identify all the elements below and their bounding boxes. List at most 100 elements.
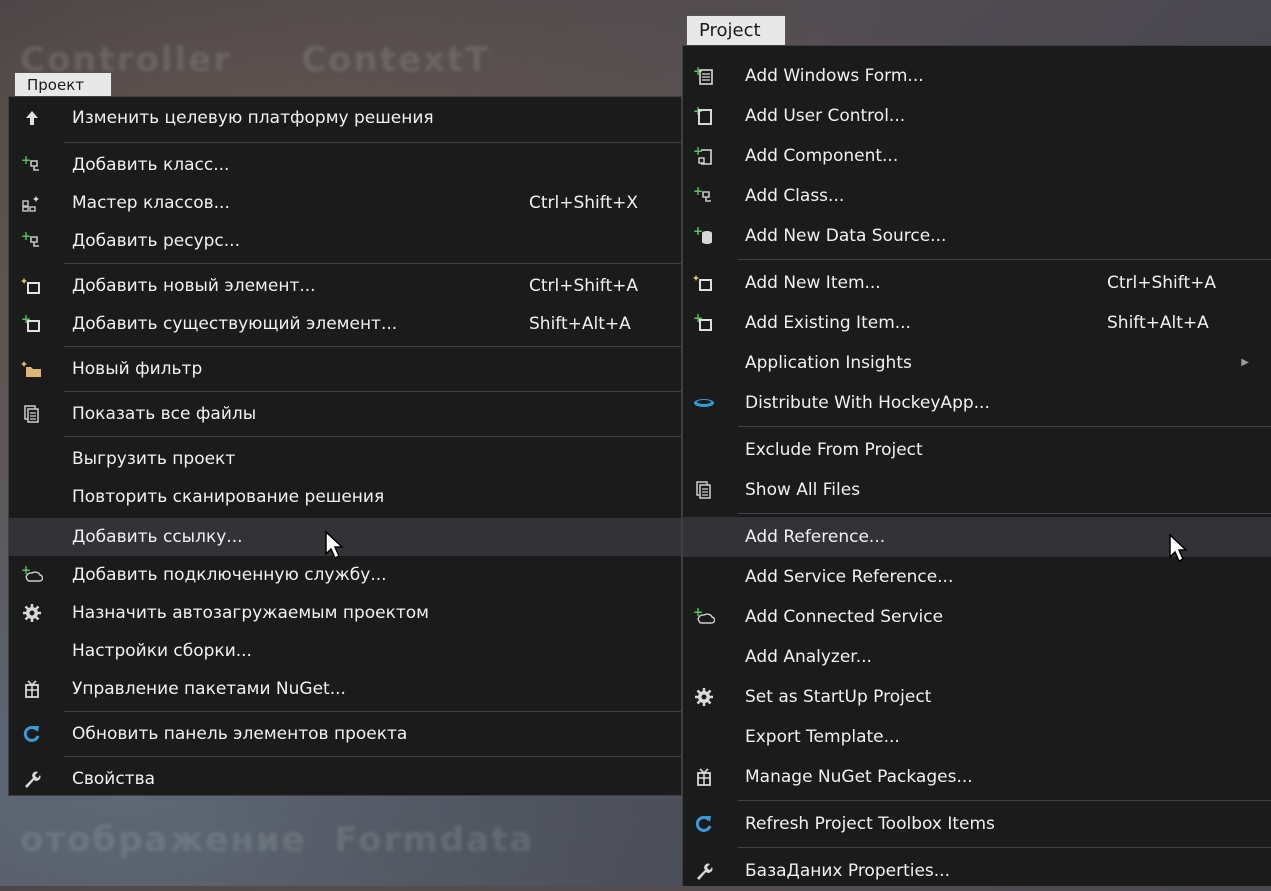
add-class-icon: + (19, 146, 45, 184)
menu-separator (64, 436, 681, 437)
menu-item-exclude-from-project[interactable]: Exclude From Project (683, 430, 1271, 470)
menu-item-label: Добавить ресурс... (72, 231, 240, 251)
add-new-item-icon (691, 263, 717, 303)
menu-title-project-ru[interactable]: Проект (14, 72, 112, 96)
mouse-cursor-icon (1169, 533, 1188, 563)
menu-item-add-new-item[interactable]: Add New Item... Ctrl+Shift+A (683, 263, 1271, 303)
menu-item-label: Set as StartUp Project (745, 687, 932, 707)
menu-item-application-insights[interactable]: Application Insights ▶ (683, 343, 1271, 383)
menu-item-new-filter[interactable]: Новый фильтр (9, 350, 681, 388)
menu-item-show-all-files[interactable]: Show All Files (683, 470, 1271, 510)
wrench-icon (19, 760, 45, 798)
menu-item-add-existing-item[interactable]: + Add Existing Item... Shift+Alt+A (683, 303, 1271, 343)
menu-item-set-startup-project[interactable]: Set as StartUp Project (683, 677, 1271, 717)
menu-item-label: БазаДаних Properties... (745, 861, 950, 881)
menu-item-label: Application Insights (745, 353, 912, 373)
menu-separator (64, 263, 681, 264)
menu-item-show-all-files[interactable]: Показать все файлы (9, 395, 681, 433)
class-wizard-icon (19, 184, 45, 222)
menu-separator (64, 756, 681, 757)
add-user-control-icon: + (691, 96, 717, 136)
menu-item-properties[interactable]: БазаДаних Properties... (683, 851, 1271, 891)
menu-item-label: Добавить ссылку... (72, 527, 243, 547)
menu-item-label: Управление пакетами NuGet... (72, 679, 346, 699)
nuget-package-icon (19, 670, 45, 708)
menu-item-label: Add Existing Item... (745, 313, 911, 333)
menu-item-label: Повторить сканирование решения (72, 487, 385, 507)
menu-item-add-data-source[interactable]: + Add New Data Source... (683, 216, 1271, 256)
add-existing-item-icon: + (19, 305, 45, 343)
menu-item-label: Изменить целевую платформу решения (72, 108, 434, 128)
background-blurred-text: отображение Formdata (20, 820, 535, 860)
menu-item-label: Exclude From Project (745, 440, 923, 460)
menu-item-label: Новый фильтр (72, 359, 203, 379)
menu-title-project-en[interactable]: Project (686, 15, 786, 45)
menu-separator (64, 391, 681, 392)
menu-item-label: Refresh Project Toolbox Items (745, 814, 995, 834)
menu-item-label: Мастер классов... (72, 193, 230, 213)
menu-item-class-wizard[interactable]: Мастер классов... Ctrl+Shift+X (9, 184, 681, 222)
menu-item-label: Distribute With HockeyApp... (745, 393, 990, 413)
menu-item-label: Add Windows Form... (745, 66, 924, 86)
show-all-files-icon (691, 470, 717, 510)
svg-text:+: + (21, 155, 31, 167)
add-data-source-icon: + (691, 216, 717, 256)
menu-item-add-class[interactable]: + Добавить класс... (9, 146, 681, 184)
menu-item-label: Добавить новый элемент... (72, 276, 316, 296)
menu-item-retarget-solution[interactable]: Изменить целевую платформу решения (9, 97, 681, 139)
menu-item-label: Показать все файлы (72, 404, 257, 424)
svg-text:+: + (21, 231, 31, 243)
menu-item-manage-nuget[interactable]: Manage NuGet Packages... (683, 757, 1271, 797)
menu-item-label: Add User Control... (745, 106, 906, 126)
nuget-package-icon (691, 757, 717, 797)
menu-item-label: Add Class... (745, 186, 845, 206)
menu-separator (64, 142, 681, 143)
menu-item-add-analyzer[interactable]: Add Analyzer... (683, 637, 1271, 677)
menu-item-add-existing-item[interactable]: + Добавить существующий элемент... Shift… (9, 305, 681, 343)
menu-item-add-resource[interactable]: + Добавить ресурс... (9, 222, 681, 260)
refresh-icon (19, 715, 45, 753)
add-new-item-icon (19, 267, 45, 305)
menu-item-shortcut: Ctrl+Shift+A (1107, 273, 1217, 293)
svg-text:+: + (693, 226, 703, 238)
menu-item-shortcut: Ctrl+Shift+X (529, 193, 639, 213)
menu-item-add-class[interactable]: + Add Class... (683, 176, 1271, 216)
menu-item-unload-project[interactable]: Выгрузить проект (9, 440, 681, 478)
add-resource-icon: + (19, 222, 45, 260)
add-class-icon: + (691, 176, 717, 216)
connected-service-icon: + (19, 556, 45, 594)
menu-item-label: Добавить класс... (72, 155, 230, 175)
menu-item-rescan-solution[interactable]: Повторить сканирование решения (9, 478, 681, 516)
menu-item-export-template[interactable]: Export Template... (683, 717, 1271, 757)
menu-item-refresh-toolbox[interactable]: Обновить панель элементов проекта (9, 715, 681, 753)
menu-item-properties[interactable]: Свойства (9, 760, 681, 798)
connected-service-icon: + (691, 597, 717, 637)
menu-separator (738, 513, 1271, 514)
menu-separator (738, 259, 1271, 260)
menu-item-add-windows-form[interactable]: + Add Windows Form... (683, 56, 1271, 96)
new-filter-folder-icon (19, 350, 45, 388)
menu-item-distribute-hockeyapp[interactable]: Distribute With HockeyApp... (683, 383, 1271, 423)
menu-item-add-new-item[interactable]: Добавить новый элемент... Ctrl+Shift+A (9, 267, 681, 305)
menu-separator (738, 800, 1271, 801)
menu-item-add-user-control[interactable]: + Add User Control... (683, 96, 1271, 136)
menu-spacer (683, 46, 1271, 56)
show-all-files-icon (19, 395, 45, 433)
menu-item-set-startup-project[interactable]: Назначить автозагружаемым проектом (9, 594, 681, 632)
menu-item-add-component[interactable]: + Add Component... (683, 136, 1271, 176)
menu-item-shortcut: Shift+Alt+A (529, 314, 631, 334)
menu-item-label: Настройки сборки... (72, 641, 252, 661)
menu-item-build-settings[interactable]: Настройки сборки... (9, 632, 681, 670)
submenu-arrow-icon: ▶ (1241, 357, 1249, 368)
menu-item-label: Add Reference... (745, 527, 886, 547)
menu-item-label: Manage NuGet Packages... (745, 767, 973, 787)
refresh-icon (691, 804, 717, 844)
menu-item-label: Add Service Reference... (745, 567, 954, 587)
add-existing-item-icon: + (691, 303, 717, 343)
menu-item-manage-nuget[interactable]: Управление пакетами NuGet... (9, 670, 681, 708)
add-windows-form-icon: + (691, 56, 717, 96)
svg-text:+: + (693, 146, 703, 158)
menu-item-add-connected-service[interactable]: + Add Connected Service (683, 597, 1271, 637)
menu-item-refresh-toolbox[interactable]: Refresh Project Toolbox Items (683, 804, 1271, 844)
menu-item-label: Add Component... (745, 146, 899, 166)
